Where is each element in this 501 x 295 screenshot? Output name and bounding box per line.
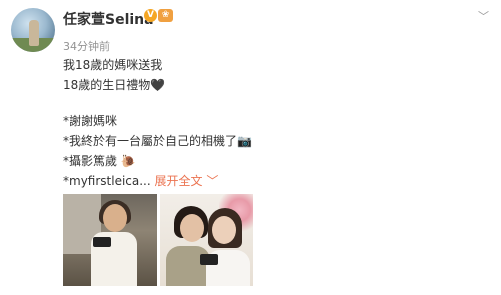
post-timestamp[interactable]: 34分钟前 [63,38,110,54]
post-text-line: 18歲的生日禮物🖤 [63,78,166,92]
camera-icon [93,237,111,247]
user-avatar[interactable] [11,8,55,52]
post-text-line: 我18歲的媽咪送我 [63,58,163,72]
avatar-figure [29,20,39,46]
post-image-1[interactable] [63,194,157,286]
post-text-line: *謝謝媽咪 [63,114,118,128]
camera-icon [200,254,218,265]
person-face [103,204,127,232]
person-face [212,216,236,244]
post-text-truncated: *myfirstleica... 展开全文 ﹀ [63,172,218,189]
person-body [166,246,210,286]
level-badge-icon[interactable]: ❀ [158,9,173,22]
expand-full-text-link[interactable]: 展开全文 [155,174,203,188]
post-text-line: *我終於有一台屬於自己的相機了📷 [63,134,252,148]
chevron-down-icon[interactable]: ﹀ [206,174,218,188]
post-image-2[interactable] [160,194,253,286]
verified-icon: V [144,9,157,22]
truncated-text: *myfirstleica... [63,174,151,188]
username[interactable]: 任家萱Selina [63,9,154,29]
post-text-line: *攝影篤歲 🐌 [63,154,136,168]
more-options-icon[interactable]: ﹀ [478,11,489,22]
person-face [180,214,204,242]
